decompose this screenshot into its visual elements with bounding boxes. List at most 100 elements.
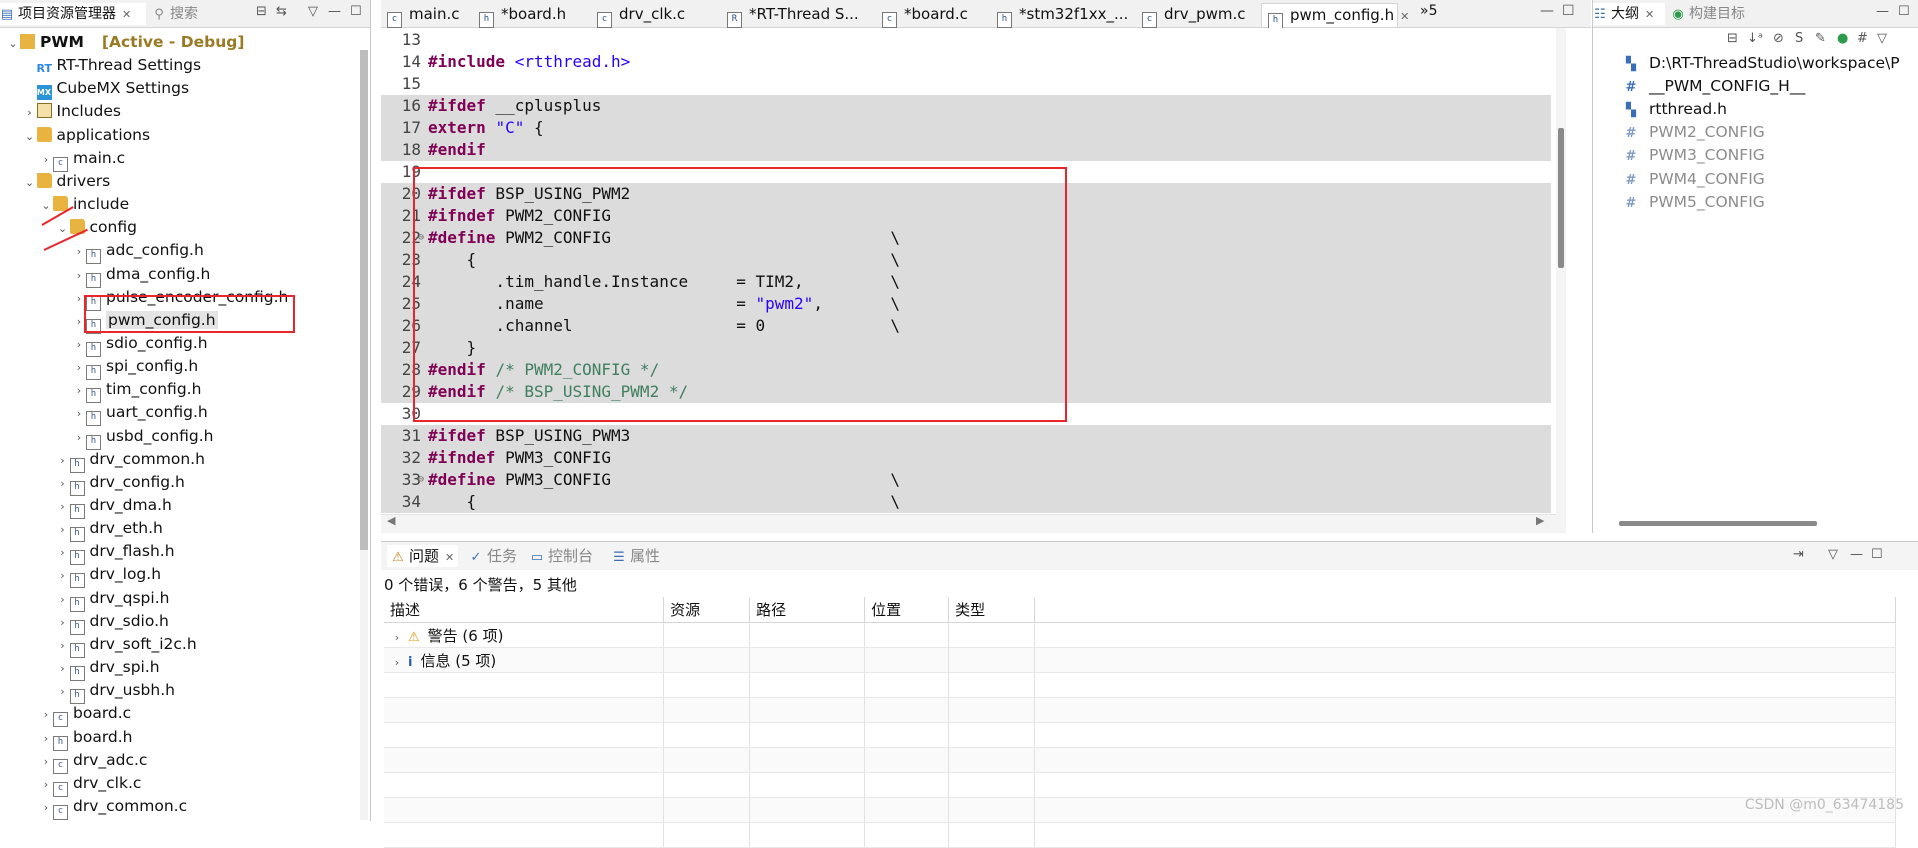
scroll-left-icon[interactable]: ◀ — [387, 514, 395, 527]
tree-item[interactable]: ⌄ applications — [23, 124, 150, 148]
chevron-right-icon[interactable]: › — [390, 656, 404, 669]
tree-item[interactable]: › h drv_dma.h — [56, 494, 172, 519]
tab-rt-thread-s[interactable]: R *RT-Thread S... — [721, 3, 869, 28]
chevron-right-icon[interactable]: › — [72, 333, 86, 356]
chevron-down-icon[interactable]: ⌄ — [23, 125, 37, 148]
editor-horizontal-scrollbar[interactable]: ◀ ▶ — [381, 514, 1556, 533]
tree-item[interactable]: › h spi_config.h — [72, 355, 198, 381]
chevron-right-icon[interactable]: › — [56, 472, 70, 495]
chevron-right-icon[interactable]: › — [39, 727, 53, 750]
chevron-down-icon[interactable]: ⌄ — [6, 32, 20, 55]
tree-item[interactable]: › h board.h — [39, 726, 133, 751]
chevron-right-icon[interactable]: › — [56, 680, 70, 703]
chevron-right-icon[interactable]: › — [72, 402, 86, 425]
tab-pwm-config-h[interactable]: h pwm_config.h ✕ — [1261, 3, 1409, 29]
link-editor-icon[interactable]: ⇆ — [276, 4, 287, 19]
tab-console[interactable]: ▭ 控制台 — [530, 545, 593, 567]
tree-item[interactable]: › c main.c — [39, 147, 125, 172]
chevron-right-icon[interactable]: › — [72, 264, 86, 287]
tree-item[interactable]: ⌄ drivers — [23, 170, 110, 194]
view-menu-icon[interactable]: ▽ — [1877, 31, 1887, 46]
column-header[interactable]: 描述 — [384, 597, 665, 623]
explorer-scroll-thumb[interactable] — [360, 50, 368, 550]
tab-build-targets[interactable]: ◉ 构建目标 — [1671, 3, 1781, 25]
tree-item[interactable]: › h drv_log.h — [56, 563, 161, 589]
column-header[interactable]: 位置 — [864, 597, 950, 623]
tab-project-explorer[interactable]: ▤ 项目资源管理器 ✕ — [0, 3, 146, 25]
hide-fields-icon[interactable]: ⊘ — [1773, 31, 1784, 46]
editor-minimize-icon[interactable]: — — [1540, 3, 1554, 19]
tree-item[interactable]: › h usbd_config.h — [72, 425, 214, 450]
hide-nonpublic-icon[interactable]: ✎ — [1815, 31, 1826, 46]
tab-main-c[interactable]: c main.c — [381, 3, 466, 28]
chevron-right-icon[interactable]: › — [39, 773, 53, 796]
tree-item[interactable]: › h drv_config.h — [56, 471, 185, 496]
chevron-right-icon[interactable]: › — [39, 148, 53, 171]
chevron-down-icon[interactable]: ⌄ — [23, 171, 37, 194]
outline-scroll-thumb[interactable] — [1619, 521, 1817, 526]
chevron-right-icon[interactable]: › — [39, 703, 53, 726]
tree-item[interactable]: › c drv_clk.c — [39, 772, 141, 797]
tree-item[interactable]: › h adc_config.h — [72, 239, 204, 265]
outline-item[interactable]: # PWM2_CONFIG — [1623, 121, 1765, 144]
close-icon[interactable]: ✕ — [1645, 8, 1654, 21]
fold-toggle-icon[interactable]: ⊖ — [418, 469, 424, 491]
column-header[interactable]: 路径 — [749, 597, 866, 623]
table-row[interactable]: › ⚠ 警告 (6 项) — [384, 622, 1896, 648]
outline-item[interactable]: # PWM4_CONFIG — [1623, 168, 1765, 191]
outline-item[interactable]: ▚ D:\RT-ThreadStudio\workspace\P — [1623, 52, 1900, 75]
tree-item[interactable]: ⌄ include — [39, 193, 129, 216]
tree-item[interactable]: › h drv_spi.h — [56, 656, 160, 682]
chevron-right-icon[interactable]: › — [39, 796, 53, 819]
chevron-right-icon[interactable]: › — [72, 240, 86, 263]
close-icon[interactable]: ✕ — [445, 551, 454, 564]
chevron-right-icon[interactable]: › — [56, 588, 70, 611]
tab-outline[interactable]: ☷ 大纲 ✕ — [1593, 3, 1665, 25]
chevron-right-icon[interactable]: › — [23, 101, 37, 124]
tab-drv-clk-c[interactable]: c drv_clk.c — [591, 3, 713, 28]
tree-item[interactable]: › h drv_soft_i2c.h — [56, 633, 197, 658]
tree-item[interactable]: › c drv_common.c — [39, 795, 187, 820]
tree-item[interactable]: › h drv_flash.h — [56, 540, 175, 566]
chevron-right-icon[interactable]: › — [390, 631, 404, 644]
maximize-icon[interactable]: ☐ — [1871, 547, 1883, 562]
tab-board-c[interactable]: c *board.c — [876, 3, 984, 28]
tree-item[interactable]: ⌄ config — [56, 216, 137, 239]
chevron-down-icon[interactable]: ⌄ — [39, 194, 53, 217]
view-menu-icon[interactable]: ▽ — [308, 4, 318, 19]
tab-tasks[interactable]: ✓ 任务 — [469, 545, 517, 567]
focus-icon[interactable]: ⇥ — [1793, 547, 1804, 562]
tree-item[interactable]: › c drv_adc.c — [39, 749, 147, 774]
tab-board-h[interactable]: h *board.h — [473, 3, 583, 28]
group-macros-icon[interactable]: # — [1857, 31, 1868, 46]
chevron-right-icon[interactable]: › — [39, 750, 53, 773]
minimize-icon[interactable]: — — [1876, 4, 1889, 19]
outline-item[interactable]: ▚ rtthread.h — [1623, 98, 1727, 121]
editor-scroll-thumb[interactable] — [1558, 128, 1564, 268]
view-menu-icon[interactable]: ▽ — [1828, 547, 1838, 562]
tree-item[interactable]: › c board.c — [39, 702, 131, 728]
collapse-all-icon[interactable]: ⊟ — [1727, 31, 1738, 46]
tab-properties[interactable]: ☰ 属性 — [612, 545, 660, 567]
tree-item[interactable]: › h drv_eth.h — [56, 517, 163, 543]
minimize-icon[interactable]: — — [1850, 547, 1863, 562]
show-members-icon[interactable]: ● — [1837, 31, 1848, 46]
column-header[interactable]: 类型 — [948, 597, 1036, 623]
close-icon[interactable]: ✕ — [1400, 10, 1409, 23]
tree-item[interactable]: › h drv_qspi.h — [56, 587, 169, 612]
tree-item[interactable]: › h sdio_config.h — [72, 332, 208, 357]
tree-item[interactable]: › Includes — [23, 100, 121, 124]
outline-item[interactable]: # __PWM_CONFIG_H__ — [1623, 75, 1806, 98]
tab-drv-pwm-c[interactable]: c drv_pwm.c — [1136, 3, 1254, 28]
tree-item[interactable]: › h dma_config.h — [72, 263, 210, 288]
close-icon[interactable]: ✕ — [122, 8, 131, 21]
tab-stm32f1xx[interactable]: h *stm32f1xx_... — [991, 3, 1129, 28]
maximize-icon[interactable]: ☐ — [1898, 4, 1910, 19]
tab-search[interactable]: ⚲ 搜索 — [152, 3, 222, 25]
editor-maximize-icon[interactable]: ☐ — [1562, 3, 1575, 19]
chevron-right-icon[interactable]: › — [56, 518, 70, 541]
chevron-right-icon[interactable]: › — [56, 634, 70, 657]
editor-overflow-tabs[interactable]: »5 — [1420, 3, 1437, 19]
maximize-icon[interactable]: ☐ — [350, 4, 362, 19]
scroll-right-icon[interactable]: ▶ — [1536, 514, 1544, 527]
